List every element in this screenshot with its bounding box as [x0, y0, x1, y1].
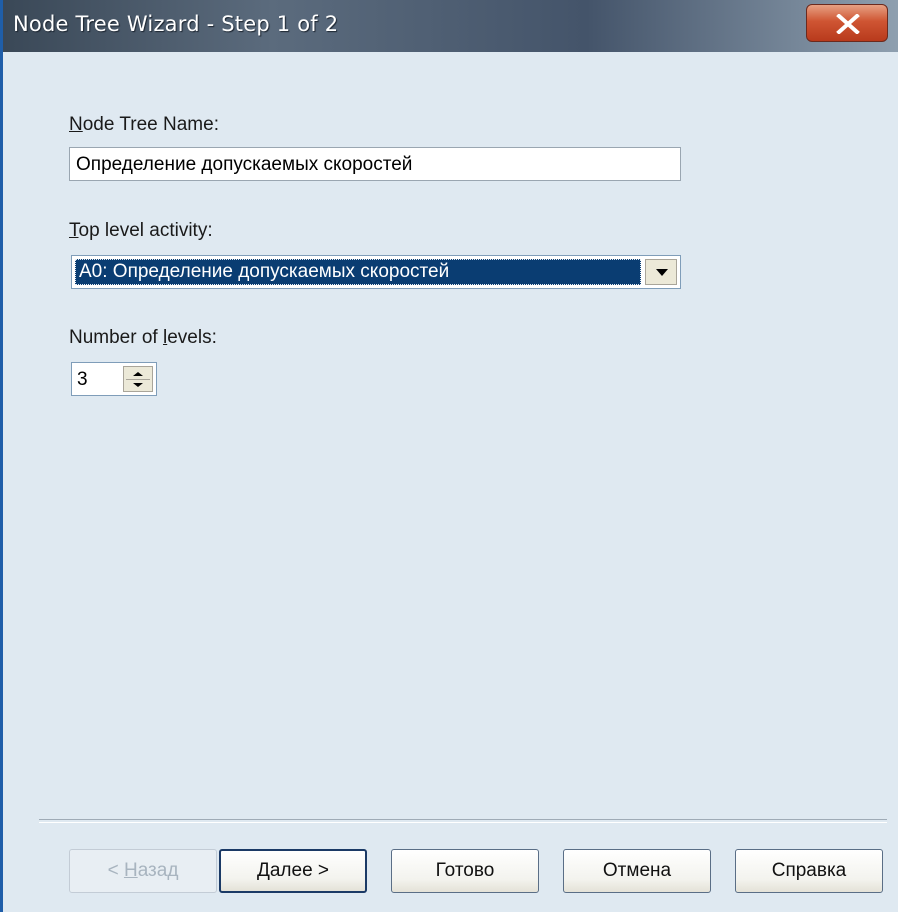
spinner-buttons[interactable]	[123, 366, 153, 392]
top-level-activity-value: A0: Определение допускаемых скоростей	[75, 259, 641, 285]
number-of-levels-label: Number of levels:	[69, 327, 217, 348]
wizard-window: Node Tree Wizard - Step 1 of 2 Node Tree…	[0, 0, 898, 912]
number-of-levels-value: 3	[77, 369, 88, 390]
help-button[interactable]: Справка	[735, 849, 883, 893]
close-button[interactable]	[806, 4, 888, 42]
node-tree-name-input[interactable]: Определение допускаемых скоростей	[69, 147, 681, 181]
cancel-button[interactable]: Отмена	[563, 849, 711, 893]
button-separator	[39, 819, 887, 823]
title-bar[interactable]: Node Tree Wizard - Step 1 of 2	[3, 0, 898, 53]
node-tree-name-label: Node Tree Name:	[69, 114, 219, 135]
next-button[interactable]: Далее >	[219, 849, 367, 893]
spinner-divider	[126, 379, 150, 380]
back-button[interactable]: < Назад	[69, 849, 217, 893]
close-icon	[836, 14, 860, 34]
window-title: Node Tree Wizard - Step 1 of 2	[13, 12, 339, 36]
top-level-activity-label: Top level activity:	[69, 220, 213, 241]
chevron-down-icon	[656, 269, 668, 276]
finish-button[interactable]: Готово	[391, 849, 539, 893]
top-level-activity-select[interactable]: A0: Определение допускаемых скоростей	[71, 255, 681, 289]
spin-down-icon[interactable]	[131, 382, 145, 388]
wizard-content: Node Tree Name: Определение допускаемых …	[3, 52, 898, 912]
spin-up-icon[interactable]	[131, 371, 145, 377]
combo-dropdown-button[interactable]	[645, 259, 677, 285]
number-of-levels-spinner[interactable]: 3	[71, 362, 157, 396]
